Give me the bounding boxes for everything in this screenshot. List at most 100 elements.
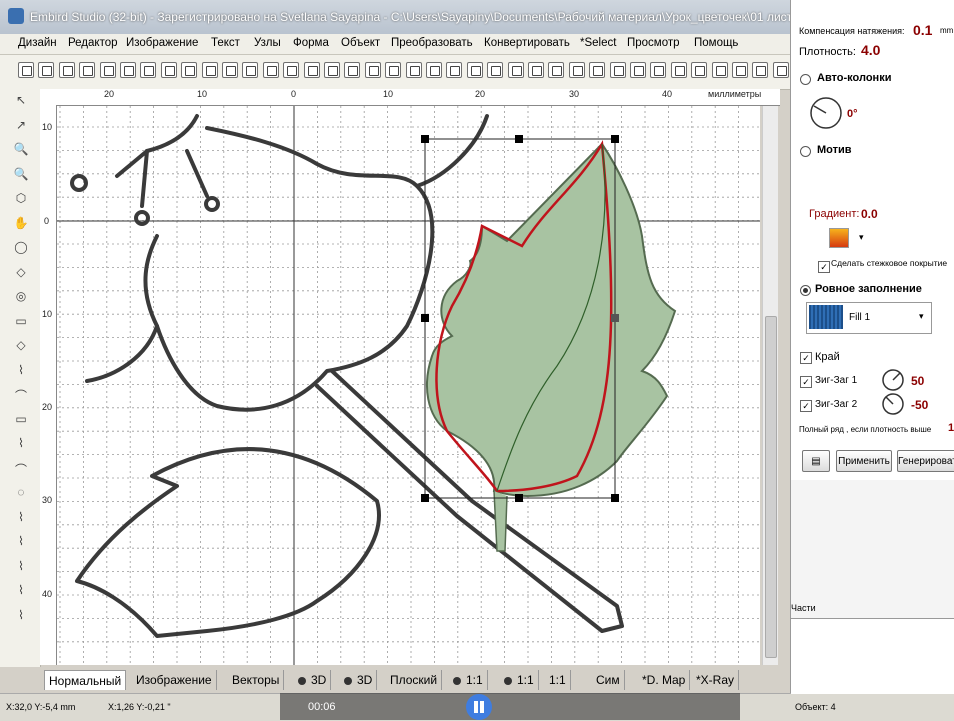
zigzag1-checkbox[interactable]: ✓ [800, 376, 812, 388]
toolbox-tool-icon[interactable]: ◯ [12, 240, 30, 258]
chevron-down-icon[interactable]: ▾ [859, 232, 864, 243]
menu-convert[interactable]: Конвертировать [484, 37, 570, 49]
compensation-value[interactable]: 0.1 [913, 22, 932, 38]
toolbar-tool-icon[interactable] [120, 62, 136, 78]
toolbar-tool-icon[interactable] [140, 62, 157, 78]
vertical-scrollbar[interactable] [762, 106, 778, 665]
toolbar-tool-icon[interactable] [344, 62, 361, 78]
menu-design[interactable]: Дизайн [18, 37, 57, 49]
view-tab[interactable]: 1:1 [500, 670, 539, 690]
view-tab[interactable]: Сим [592, 670, 625, 690]
toolbar-tool-icon[interactable] [711, 62, 728, 78]
menu-text[interactable]: Текст [211, 37, 240, 49]
toolbar-tool-icon[interactable] [283, 62, 300, 78]
toolbar-tool-icon[interactable] [446, 62, 463, 78]
fill-pattern-dropdown[interactable]: Fill 1 ▾ [806, 302, 932, 334]
generate-button[interactable]: Генерировать [897, 450, 954, 472]
toolbox-tool-icon[interactable]: ✋ [12, 216, 30, 234]
toolbar-tool-icon[interactable] [732, 62, 748, 78]
toolbar-tool-icon[interactable] [262, 62, 279, 78]
toolbox-tool-icon[interactable]: ⌇ [12, 534, 30, 552]
view-tab[interactable]: Изображение [132, 670, 217, 690]
design-canvas[interactable] [57, 106, 760, 665]
motif-radio[interactable] [800, 146, 811, 157]
toolbar-tool-icon[interactable] [79, 62, 96, 78]
toolbar-tool-icon[interactable] [324, 62, 340, 78]
toolbar-tool-icon[interactable] [405, 62, 422, 78]
view-tab[interactable]: *X-Ray [692, 670, 740, 690]
toolbox-tool-icon[interactable]: ⌒ [12, 387, 30, 405]
zigzag2-dial-icon[interactable] [881, 392, 905, 416]
toolbar-tool-icon[interactable] [426, 62, 442, 78]
toolbox-tool-icon[interactable]: ↖ [12, 93, 30, 111]
menu-view[interactable]: Просмотр [627, 37, 680, 49]
toolbar-tool-icon[interactable] [487, 62, 504, 78]
toolbox-tool-icon[interactable]: ⌇ [12, 559, 30, 577]
view-tab[interactable]: Векторы [228, 670, 285, 690]
view-tab[interactable]: Нормальный [44, 670, 127, 690]
toolbox-tool-icon[interactable]: ⌇ [12, 583, 30, 601]
toolbox-tool-icon[interactable]: ⌇ [12, 608, 30, 626]
edge-checkbox[interactable]: ✓ [800, 352, 812, 364]
gradient-value[interactable]: 0.0 [861, 207, 878, 221]
toolbar-tool-icon[interactable] [548, 62, 565, 78]
apply-button[interactable]: Применить [836, 450, 892, 472]
toolbar-tool-icon[interactable] [507, 62, 524, 78]
toolbox-tool-icon[interactable]: ↗ [12, 118, 30, 136]
toolbar-tool-icon[interactable] [670, 62, 687, 78]
toolbar-tool-icon[interactable] [691, 62, 708, 78]
menu-transform[interactable]: Преобразовать [391, 37, 473, 49]
toolbar-tool-icon[interactable] [160, 62, 177, 78]
menu-image[interactable]: Изображение [126, 37, 198, 49]
view-tab[interactable]: 3D [294, 670, 332, 690]
zigzag2-checkbox[interactable]: ✓ [800, 400, 812, 412]
menu-help[interactable]: Помощь [694, 37, 738, 49]
toolbar-tool-icon[interactable] [242, 62, 259, 78]
toolbox-tool-icon[interactable]: ⌒ [12, 461, 30, 479]
view-tab[interactable]: Плоский [386, 670, 443, 690]
toolbar-tool-icon[interactable] [772, 62, 789, 78]
toolbox-tool-icon[interactable]: ◌ [12, 485, 30, 503]
toolbar-tool-icon[interactable] [630, 62, 646, 78]
toolbar-tool-icon[interactable] [568, 62, 585, 78]
toolbar-tool-icon[interactable] [650, 62, 667, 78]
toolbox-tool-icon[interactable]: ◎ [12, 289, 30, 307]
toolbar-tool-icon[interactable] [466, 62, 483, 78]
toolbar-tool-icon[interactable] [99, 62, 116, 78]
toolbar-tool-icon[interactable] [385, 62, 402, 78]
toolbar-tool-icon[interactable] [364, 62, 381, 78]
toolbox-tool-icon[interactable]: ▭ [12, 314, 30, 332]
density-value[interactable]: 4.0 [861, 42, 880, 58]
toolbox-tool-icon[interactable]: ◇ [12, 338, 30, 356]
toolbox-tool-icon[interactable]: ⌇ [12, 436, 30, 454]
toolbar-tool-icon[interactable] [38, 62, 55, 78]
toolbox-tool-icon[interactable]: 🔍 [12, 167, 30, 185]
toolbar-tool-icon[interactable] [528, 62, 544, 78]
view-tab[interactable]: 1:1 [449, 670, 488, 690]
menu-nodes[interactable]: Узлы [254, 37, 281, 49]
angle-dial-icon[interactable] [809, 96, 843, 130]
toolbar-tool-icon[interactable] [752, 62, 769, 78]
menu-object[interactable]: Объект [341, 37, 380, 49]
toolbar-tool-icon[interactable] [181, 62, 198, 78]
toolbox-tool-icon[interactable]: ⌇ [12, 510, 30, 528]
zigzag1-value[interactable]: 50 [911, 374, 924, 388]
parts-list[interactable] [791, 618, 954, 694]
toolbar-tool-icon[interactable] [58, 62, 75, 78]
toolbox-tool-icon[interactable]: ⌇ [12, 363, 30, 381]
stitch-cover-checkbox[interactable]: ✓ [818, 261, 830, 273]
toolbar-tool-icon[interactable] [609, 62, 626, 78]
view-tab[interactable]: 1:1 [545, 670, 571, 690]
toolbar-tool-icon[interactable] [303, 62, 320, 78]
auto-columns-radio[interactable] [800, 74, 811, 85]
canvas-drawing[interactable] [57, 106, 760, 665]
pause-button[interactable] [466, 694, 492, 720]
view-tab[interactable]: *D. Map [638, 670, 691, 690]
toolbar-tool-icon[interactable] [222, 62, 238, 78]
smooth-fill-radio[interactable] [800, 285, 811, 296]
view-tab[interactable]: 3D [340, 670, 378, 690]
book-icon[interactable]: ▤ [802, 450, 830, 472]
toolbox-tool-icon[interactable]: ◇ [12, 265, 30, 283]
toolbar-tool-icon[interactable] [201, 62, 218, 78]
zigzag2-value[interactable]: -50 [911, 398, 928, 412]
